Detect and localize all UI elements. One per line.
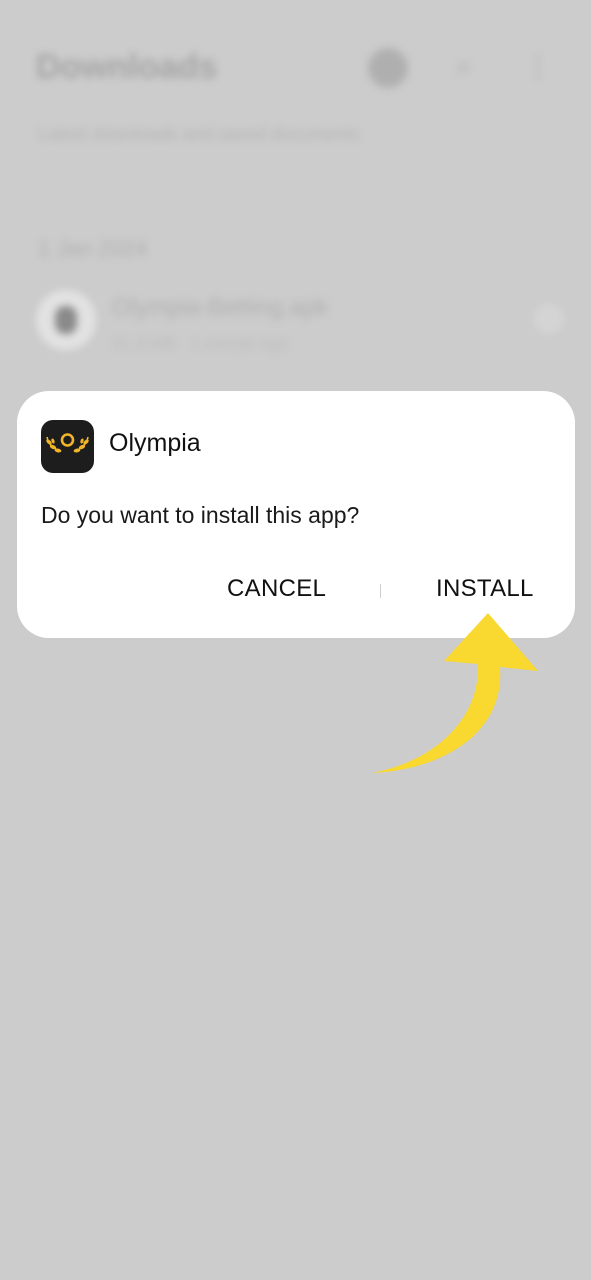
search-icon: ⌕ [456,49,472,81]
date-section-label: 1 Jan 2024 [38,236,147,261]
install-button[interactable]: INSTALL [436,575,534,603]
olympia-app-icon [41,420,94,473]
button-divider [380,584,381,598]
install-prompt: Do you want to install this app? [41,502,360,528]
more-icon: ⋮ [524,50,552,82]
app-name: Olympia [109,429,201,457]
sort-icon: ⌾ [368,48,408,88]
file-meta: 21.3 MB · 1 minute ago [112,334,289,353]
downloads-title: Downloads [36,48,218,86]
apk-file-icon [36,290,96,350]
downloads-subtitle: Latest downloads and saved documents [38,124,360,144]
cancel-button[interactable]: CANCEL [227,575,326,603]
install-dialog: Olympia Do you want to install this app?… [17,391,575,638]
file-options-icon [534,304,564,334]
arrow-pointer-icon [360,605,550,785]
file-name: Olympia-Betting.apk [112,294,329,321]
